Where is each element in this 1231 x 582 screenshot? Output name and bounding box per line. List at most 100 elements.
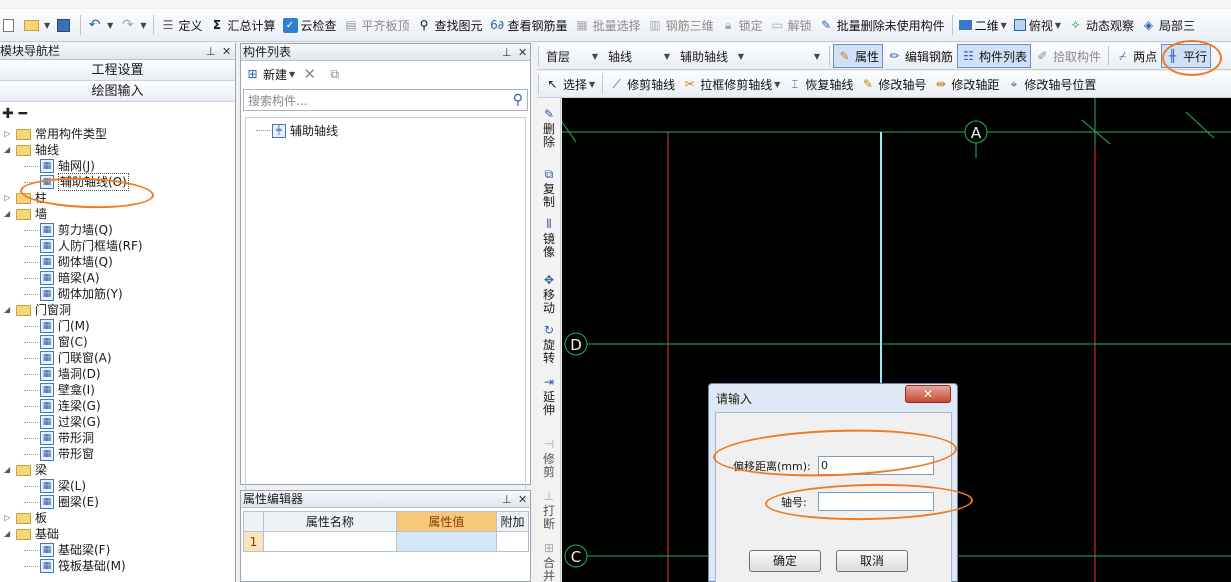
lock-button[interactable]: 🔒︎ 锁定 xyxy=(718,13,766,37)
copy-component-button[interactable]: ⧉ xyxy=(324,62,348,86)
pick-component-button[interactable]: ✐ 拾取构件 xyxy=(1032,44,1104,68)
dialog-close-button[interactable]: ✕ xyxy=(905,385,951,403)
tree-folder[interactable]: ▷ 板 xyxy=(4,510,47,526)
find-element-button[interactable]: ⚲ 查找图元 xyxy=(414,13,486,37)
property-extra-cell[interactable] xyxy=(496,531,529,552)
tree-item[interactable]: ▦ 墙洞(D) xyxy=(24,366,101,382)
expand-icon[interactable]: ▷ xyxy=(4,126,14,142)
new-component-button[interactable]: ⊞ 新建 ▼ xyxy=(245,62,298,86)
vbar-brush-button[interactable]: ✎ 删除 xyxy=(537,108,561,149)
search-icon[interactable]: ⚲ xyxy=(513,92,523,108)
open-button[interactable]: ▼ xyxy=(21,13,53,37)
tree-item[interactable]: ▦ 基础梁(F) xyxy=(24,542,110,558)
category-select[interactable]: 轴线 ▼ xyxy=(604,46,674,66)
view-rebar-qty-button[interactable]: 6∂ 查看钢筋量 xyxy=(487,13,571,37)
vbar-break-button[interactable]: ⊥ 打断 xyxy=(537,490,561,531)
tree-item[interactable]: ▦ 筏板基础(M) xyxy=(24,558,126,574)
tree-item[interactable]: ▦ 轴网(J) xyxy=(24,158,95,174)
save-button[interactable] xyxy=(54,13,76,37)
edit-rebar-button[interactable]: ✏ 编辑钢筋 xyxy=(884,44,956,68)
local-3d-button[interactable]: ◈ 局部三 xyxy=(1138,13,1198,37)
tree-item[interactable]: ▦ 暗梁(A) xyxy=(24,270,100,286)
cloud-check-button[interactable]: ✓ 云检查 xyxy=(280,13,340,37)
tree-item[interactable]: ▦ 带形窗 xyxy=(24,446,94,462)
component-list-toggle[interactable]: ☷ 构件列表 xyxy=(957,44,1032,68)
cancel-button[interactable]: 取消 xyxy=(836,550,908,572)
dynamic-orbit-button[interactable]: ✧ 动态观察 xyxy=(1065,13,1137,37)
edit-axis-label-button[interactable]: ✎ 修改轴号 xyxy=(857,72,929,96)
redo-button[interactable]: ↷ ▼ xyxy=(117,13,149,37)
property-name-cell[interactable] xyxy=(263,531,397,552)
collapse-icon[interactable]: ◢ xyxy=(4,462,14,478)
tree-folder[interactable]: ◢ 墙 xyxy=(4,206,47,222)
delete-component-button[interactable]: ✕ xyxy=(299,62,323,86)
pin-icon[interactable]: ⊥ xyxy=(206,43,216,60)
collapse-icon[interactable]: ◢ xyxy=(4,526,14,542)
view-2d-dropdown[interactable]: 二维 ▼ xyxy=(956,13,1010,37)
tree-item[interactable]: ▦ 过梁(G) xyxy=(24,414,101,430)
tree-item[interactable]: ▦ 窗(C) xyxy=(24,334,88,350)
select-dropdown[interactable]: ↖ 选择 ▼ xyxy=(542,72,598,96)
batch-select-button[interactable]: ▦ 批量选择 xyxy=(572,13,644,37)
restore-axis-button[interactable]: ⌶ 恢复轴线 xyxy=(784,72,856,96)
vbar-extend-button[interactable]: ⇥ 延伸 xyxy=(537,376,561,417)
vbar-trim-button[interactable]: ⊣ 修剪 xyxy=(537,438,561,479)
property-value-cell[interactable] xyxy=(395,531,498,552)
expand-icon[interactable]: ▷ xyxy=(4,510,14,526)
component-select[interactable]: 辅助轴线 ▼ xyxy=(676,46,748,66)
tree-item[interactable]: ▦ 壁龛(I) xyxy=(24,382,95,398)
trim-axis-button[interactable]: ⟋ 修剪轴线 xyxy=(606,72,678,96)
box-trim-axis-button[interactable]: ✂ 拉框修剪轴线 ▼ xyxy=(679,72,783,96)
tree-item[interactable]: ▦ 砌体加筋(Y) xyxy=(24,286,123,302)
rebar-3d-button[interactable]: ▥ 钢筋三维 xyxy=(645,13,717,37)
pin-icon[interactable]: ⊥ xyxy=(502,44,512,61)
top-view-dropdown[interactable]: 俯视 ▼ xyxy=(1011,13,1064,37)
tree-folder[interactable]: ▷ 柱 xyxy=(4,190,47,206)
unlock-button[interactable]: ▭ 解锁 xyxy=(767,13,815,37)
component-search-box[interactable]: 搜索构件... ⚲ xyxy=(243,89,528,111)
collapse-icon[interactable]: ◢ xyxy=(4,142,14,158)
tree-item[interactable]: ▦ 砌体墙(Q) xyxy=(24,254,113,270)
tree-folder[interactable]: ◢ 轴线 xyxy=(4,142,59,158)
tree-item[interactable]: ▦ 带形洞 xyxy=(24,430,94,446)
ok-button[interactable]: 确定 xyxy=(749,550,821,572)
sub-component-select[interactable]: ▼ xyxy=(750,46,824,66)
vbar-rotate-button[interactable]: ↻ 旋转 xyxy=(537,324,561,365)
vbar-move-button[interactable]: ✥ 移动 xyxy=(537,274,561,315)
floor-select[interactable]: 首层 ▼ xyxy=(542,46,602,66)
offset-distance-input[interactable]: 0 xyxy=(818,456,934,475)
vbar-merge-button[interactable]: ⊞ 合并 xyxy=(537,542,561,582)
tree-item[interactable]: ▦ 梁(L) xyxy=(24,478,86,494)
tree-item[interactable]: ▦ 人防门框墙(RF) xyxy=(24,238,143,254)
collapse-icon[interactable]: ◢ xyxy=(4,302,14,318)
new-file-button[interactable] xyxy=(0,13,20,37)
close-icon[interactable]: ✕ xyxy=(518,44,527,61)
property-button[interactable]: ✎ 属性 xyxy=(833,44,884,68)
tree-folder[interactable]: ◢ 梁 xyxy=(4,462,47,478)
tree-folder[interactable]: ◢ 门窗洞 xyxy=(4,302,71,318)
vbar-copy-button[interactable]: ⧉ 复制 xyxy=(537,168,561,209)
expand-collapse-tools[interactable]: ✚ ━ xyxy=(0,102,235,126)
define-button[interactable]: ☰ 定义 xyxy=(157,13,205,37)
summary-calc-button[interactable]: Σ 汇总计算 xyxy=(206,13,278,37)
align-slab-top-button[interactable]: ▤ 平齐板顶 xyxy=(341,13,413,37)
batch-delete-unused-button[interactable]: ✎ 批量删除未使用构件 xyxy=(816,13,948,37)
project-settings-button[interactable]: 工程设置 xyxy=(0,60,235,81)
pin-icon[interactable]: ⊥ xyxy=(502,491,512,508)
list-item[interactable]: ╪ 辅助轴线 xyxy=(256,122,338,139)
tree-item[interactable]: ▦ 剪力墙(Q) xyxy=(24,222,113,238)
tree-folder[interactable]: ◢ 基础 xyxy=(4,526,59,542)
close-icon[interactable]: ✕ xyxy=(518,491,527,508)
edit-axis-distance-button[interactable]: ⇹ 修改轴距 xyxy=(930,72,1002,96)
tree-item[interactable]: ▦ 连梁(G) xyxy=(24,398,101,414)
tree-folder[interactable]: ▷ 常用构件类型 xyxy=(4,126,107,142)
axis-number-input[interactable] xyxy=(818,492,934,511)
tree-item[interactable]: ▦ 圈梁(E) xyxy=(24,494,99,510)
search-input[interactable]: 搜索构件... xyxy=(248,92,307,109)
vbar-mirror-button[interactable]: ⫴ 镜像 xyxy=(537,218,561,259)
parallel-button[interactable]: ╫ 平行 xyxy=(1161,44,1212,68)
tree-item[interactable]: ▦ 辅助轴线(O) xyxy=(24,173,129,191)
collapse-icon[interactable]: ◢ xyxy=(4,206,14,222)
edit-axis-label-position-button[interactable]: ⌖ 修改轴号位置 xyxy=(1003,72,1099,96)
two-point-button[interactable]: ⌿ 两点 xyxy=(1112,44,1160,68)
